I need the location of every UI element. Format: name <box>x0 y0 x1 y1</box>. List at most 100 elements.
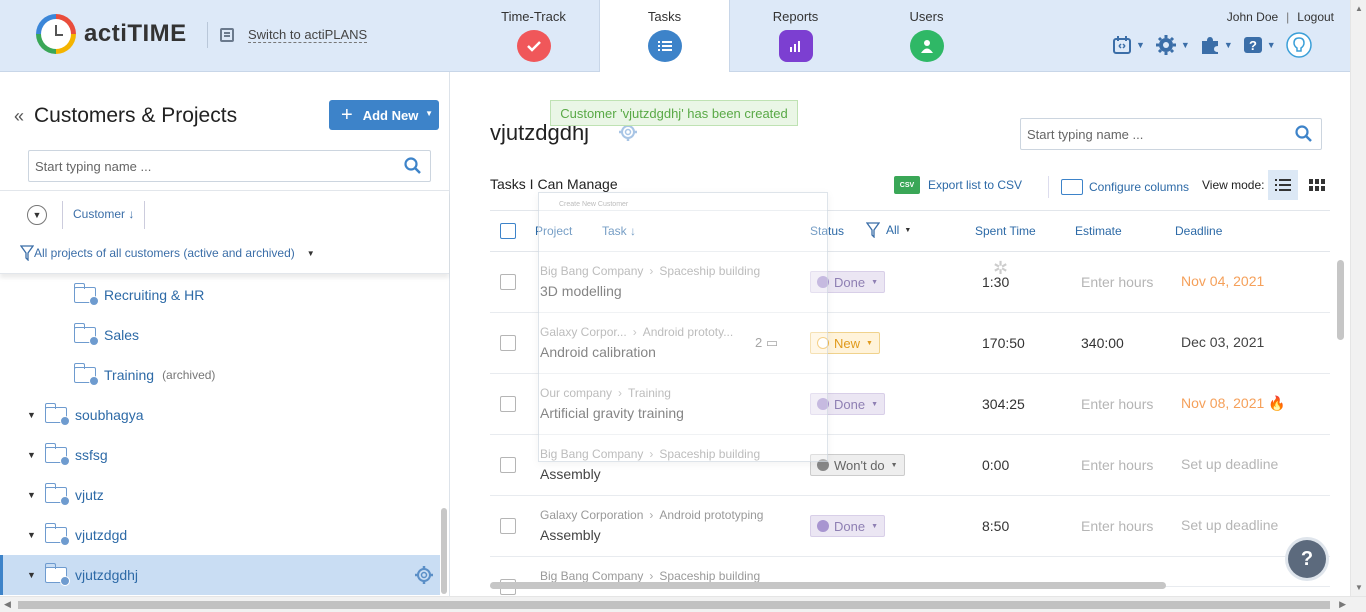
header-tools: ▼ ▼ ▼ ? ▼ <box>1112 32 1312 58</box>
chevron-down-icon: ▼ <box>871 278 879 286</box>
bar-chart-icon <box>778 30 813 62</box>
deadline[interactable]: Set up deadline <box>1181 517 1278 533</box>
caret-down-icon[interactable]: ▼ <box>27 530 39 540</box>
row-checkbox[interactable] <box>500 457 516 473</box>
tab-time-track[interactable]: Time-Track <box>468 0 599 72</box>
tree-customer-item[interactable]: ▼ soubhagya <box>0 395 440 435</box>
spent-time: 170:50 <box>982 335 1025 351</box>
scroll-thumb[interactable] <box>18 601 1330 609</box>
status-badge[interactable]: Done ▼ <box>810 515 886 537</box>
tree-item-label: vjutzdgd <box>75 527 128 543</box>
switch-label[interactable]: Switch to actiPLANS <box>248 27 368 43</box>
settings-tool[interactable]: ▼ <box>1155 34 1190 56</box>
tab-reports[interactable]: Reports <box>730 0 861 72</box>
help-tool[interactable]: ? ▼ <box>1243 35 1276 55</box>
estimate-input[interactable]: Enter hours <box>1081 274 1153 290</box>
list-view-button[interactable] <box>1268 170 1299 200</box>
caret-down-icon[interactable]: ▼ <box>27 570 39 580</box>
project-path[interactable]: Big Bang Company › Spaceship building <box>540 569 760 583</box>
column-estimate[interactable]: Estimate <box>1075 224 1122 238</box>
column-spent-time[interactable]: Spent Time <box>975 224 1036 238</box>
task-search-input[interactable]: Start typing name ... <box>1020 118 1322 150</box>
row-checkbox[interactable] <box>500 335 516 351</box>
estimate-input[interactable]: 340:00 <box>1081 335 1124 351</box>
row-checkbox[interactable] <box>500 518 516 534</box>
double-chevron-left-icon[interactable]: « <box>14 106 24 127</box>
scroll-right-icon[interactable]: ▶ <box>1339 599 1346 610</box>
tree-project-item[interactable]: Training (archived) <box>0 355 440 395</box>
project-folder-icon <box>73 323 99 346</box>
estimate-input[interactable]: Enter hours <box>1081 457 1153 473</box>
task-name[interactable]: Assembly <box>540 527 601 543</box>
select-all-checkbox[interactable] <box>500 223 516 239</box>
estimate-input[interactable]: Enter hours <box>1081 396 1153 412</box>
tree-customer-item[interactable]: ▼ vjutzdgd <box>0 515 440 555</box>
page-vertical-scrollbar[interactable]: ▲ ▼ <box>1350 0 1366 596</box>
status-label: Won't do <box>834 457 885 473</box>
projects-filter[interactable]: All projects of all customers (active an… <box>20 245 315 261</box>
panel-scrollbar[interactable] <box>441 508 447 594</box>
customer-folder-icon <box>44 483 70 506</box>
tab-users[interactable]: Users <box>861 0 992 72</box>
add-new-button[interactable]: + Add New ▼ <box>329 100 439 130</box>
expand-all-icon[interactable]: ▼ <box>27 205 47 225</box>
search-icon[interactable] <box>1295 125 1313 143</box>
actitime-logo[interactable]: actiTIME <box>36 14 187 54</box>
separator: | <box>1286 10 1290 24</box>
chevron-down-icon[interactable]: ▼ <box>425 109 433 118</box>
tree-customer-item[interactable]: ▼ vjutz <box>0 475 440 515</box>
scroll-left-icon[interactable]: ◀ <box>4 599 11 610</box>
help-button[interactable]: ? <box>1288 540 1326 578</box>
chevron-down-icon: ▼ <box>871 400 879 408</box>
estimate-input[interactable]: Enter hours <box>1081 518 1153 534</box>
calendar-tool[interactable]: ▼ <box>1112 35 1145 55</box>
table-row[interactable]: Galaxy Corporation › Android prototyping A… <box>490 496 1330 557</box>
caret-down-icon[interactable]: ▼ <box>27 450 39 460</box>
grid-view-button[interactable] <box>1302 170 1332 200</box>
tree-customer-item[interactable]: ▼ ssfsg <box>0 435 440 475</box>
logout-link[interactable]: Logout <box>1297 10 1334 24</box>
configure-columns-link[interactable]: Configure columns <box>1048 176 1189 198</box>
gear-icon[interactable] <box>414 565 434 585</box>
tab-tasks[interactable]: Tasks <box>599 0 730 72</box>
scroll-down-icon[interactable]: ▼ <box>1355 583 1363 592</box>
status-filter[interactable]: All ▼ <box>866 222 911 238</box>
status-label: Done <box>834 396 866 412</box>
customer-search-input[interactable]: Start typing name ... <box>28 150 431 182</box>
csv-file-icon: CSV <box>894 176 920 194</box>
chevron-down-icon: ▼ <box>306 248 315 258</box>
task-name[interactable]: Assembly <box>540 466 601 482</box>
status-filter-value: All <box>886 223 900 237</box>
deadline[interactable]: Dec 03, 2021 <box>1181 334 1264 350</box>
tree-project-item[interactable]: Sales <box>0 315 440 355</box>
caret-down-icon[interactable]: ▼ <box>27 410 39 420</box>
caret-down-icon[interactable]: ▼ <box>27 490 39 500</box>
user-name[interactable]: John Doe <box>1227 10 1278 24</box>
scroll-up-icon[interactable]: ▲ <box>1355 4 1363 13</box>
tree-customer-item-selected[interactable]: ▼ vjutzdgdhj <box>0 555 440 595</box>
table-vertical-scrollbar[interactable] <box>1337 260 1344 340</box>
search-icon[interactable] <box>404 157 422 175</box>
tree-project-item[interactable]: Recruiting & HR <box>0 275 440 315</box>
chevron-down-icon: ▼ <box>904 226 912 234</box>
project-path[interactable]: Galaxy Corporation › Android prototyping <box>540 508 763 522</box>
fading-create-customer-dialog: Create New Customer <box>538 192 828 462</box>
deadline[interactable]: Set up deadline <box>1181 456 1278 472</box>
switch-to-actiplans[interactable]: Switch to actiPLANS <box>207 22 368 48</box>
addons-tool[interactable]: ▼ <box>1200 35 1233 55</box>
list-icon <box>647 30 682 62</box>
chevron-down-icon: ▼ <box>890 461 898 469</box>
deadline[interactable]: Nov 04, 2021 <box>1181 273 1264 289</box>
page-horizontal-scrollbar[interactable]: ◀ ▶ <box>0 596 1366 612</box>
tips-tool[interactable] <box>1285 32 1312 58</box>
row-checkbox[interactable] <box>500 274 516 290</box>
row-checkbox[interactable] <box>500 396 516 412</box>
deadline[interactable]: Nov 08, 2021 🔥 <box>1181 395 1286 412</box>
table-horizontal-scrollbar[interactable] <box>490 582 1166 589</box>
customer-sort-header[interactable]: Customer ↓ <box>62 201 146 229</box>
tab-label: Users <box>909 9 944 24</box>
tab-label: Tasks <box>647 9 682 24</box>
export-csv-link[interactable]: CSV Export list to CSV <box>894 176 1022 194</box>
gear-icon <box>1155 35 1176 55</box>
column-deadline[interactable]: Deadline <box>1175 224 1222 238</box>
